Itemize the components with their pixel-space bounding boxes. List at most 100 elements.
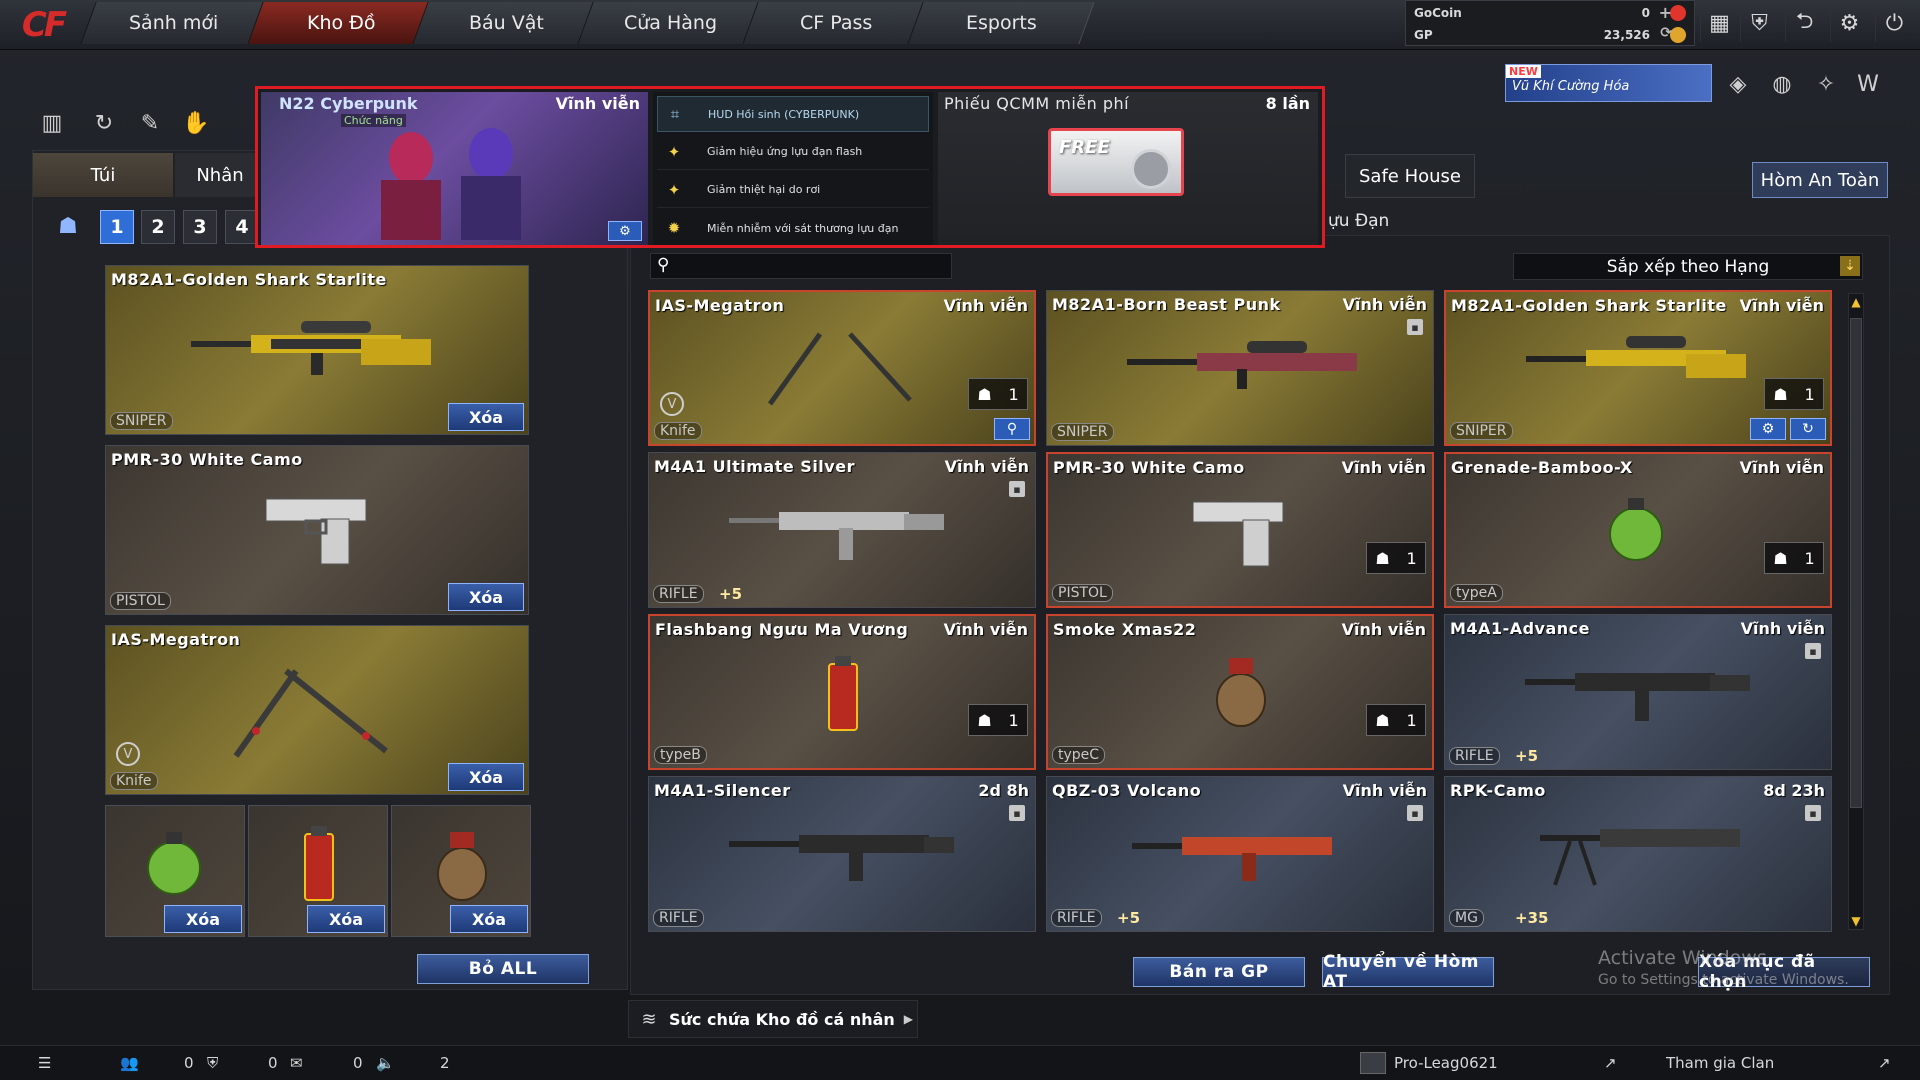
inventory-scrollbar[interactable]: ▲ ▼ xyxy=(1848,293,1864,930)
remove-button[interactable]: Xóa xyxy=(164,905,242,933)
tab-kho-do[interactable]: Kho Đồ xyxy=(247,2,435,44)
settings-gear-icon[interactable]: ⚙ xyxy=(608,221,642,241)
item-name: Grenade-Bamboo-X xyxy=(1451,458,1633,477)
chat-icon[interactable]: ✉ xyxy=(290,1054,303,1072)
page-1-button[interactable]: 1 xyxy=(100,210,134,244)
return-icon[interactable]: ⮌ xyxy=(1785,4,1823,42)
flashbang-slot[interactable]: Xóa xyxy=(248,805,388,937)
lock-icon[interactable]: ▪ xyxy=(1407,319,1423,335)
external-link-icon[interactable]: ↗ xyxy=(1604,1054,1617,1072)
user-avatar[interactable] xyxy=(1360,1052,1386,1074)
list-icon[interactable]: ☰ xyxy=(38,1054,51,1072)
lock-icon[interactable]: ▪ xyxy=(1009,805,1025,821)
search-input[interactable]: ⚲ xyxy=(650,253,952,279)
feature-item: ✹ Miễn nhiễm với sát thương lựu đạn xyxy=(657,210,929,246)
tab-cf-pass[interactable]: CF Pass xyxy=(742,2,930,44)
loadout-card-knife[interactable]: IAS-Megatron V Knife Xóa xyxy=(105,625,529,795)
gear-icon[interactable]: ⚙ xyxy=(1830,4,1868,42)
tab-hom-an-toan[interactable]: Hòm An Toàn xyxy=(1752,162,1888,198)
inventory-item[interactable]: Smoke Xmas22 Vĩnh viễn typeC ☗ 1 xyxy=(1046,614,1434,770)
tab-nhan[interactable]: Nhân xyxy=(175,153,265,197)
grenade-image xyxy=(147,832,201,895)
inventory-item[interactable]: RPK-Camo 8d 23h ▪ MG +35 xyxy=(1444,776,1832,932)
lock-icon[interactable]: ▪ xyxy=(1805,805,1821,821)
transfer-safe-button[interactable]: Chuyển về Hòm AT xyxy=(1322,952,1494,992)
tab-cua-hang[interactable]: Cửa Hàng xyxy=(577,2,765,44)
speaker-icon[interactable]: 🔈 xyxy=(376,1054,395,1072)
item-duration: Vĩnh viễn xyxy=(943,620,1028,639)
layers-icon: ≋ xyxy=(641,1008,657,1030)
inventory-item[interactable]: M4A1-Silencer 2d 8h ▪ RIFLE xyxy=(648,776,1036,932)
clan-link-icon[interactable]: ↗ xyxy=(1878,1054,1891,1072)
gift-box-icon[interactable]: ▥ xyxy=(36,107,68,139)
clan-shield-icon[interactable]: ⛨ xyxy=(207,1054,218,1072)
inventory-item[interactable]: Flashbang Ngưu Ma Vương Vĩnh viễn typeB … xyxy=(648,614,1036,770)
add-currency-icon[interactable]: + xyxy=(1659,3,1672,22)
tab-label: Safe House xyxy=(1359,165,1461,187)
free-coupon-card[interactable]: FREE xyxy=(1048,128,1184,196)
tab-esports[interactable]: Esports xyxy=(907,2,1095,44)
feature-item: ⌗ HUD Hồi sinh (CYBERPUNK) xyxy=(657,96,929,132)
tab-label: Esports xyxy=(965,12,1037,34)
inventory-item[interactable]: IAS-Megatron Vĩnh viễn V Knife ☗ 1 ⚲ xyxy=(648,290,1036,446)
inventory-item[interactable]: PMR-30 White Camo Vĩnh viễn PISTOL ☗ 1 xyxy=(1046,452,1434,608)
sell-gp-button[interactable]: Bán ra GP xyxy=(1133,957,1305,987)
character-preview: N22 Cyberpunk Chức năng Vĩnh viễn ⚙ xyxy=(261,92,648,245)
inventory-item[interactable]: M82A1-Golden Shark Starlite Vĩnh viễn SN… xyxy=(1444,290,1832,446)
star-badge-icon[interactable]: ✧ xyxy=(1810,68,1842,100)
emblem-icon[interactable]: ◈ xyxy=(1722,68,1754,100)
item-type: RIFLE xyxy=(1449,747,1500,765)
rotate-icon[interactable]: ↻ xyxy=(88,107,120,139)
scroll-down-icon[interactable]: ▼ xyxy=(1849,913,1863,929)
enhance-button[interactable]: ⚙ xyxy=(1750,418,1786,440)
scroll-thumb[interactable] xyxy=(1850,318,1862,808)
spray-icon[interactable]: ✎ xyxy=(134,107,166,139)
hand-icon[interactable]: ✋ xyxy=(180,107,212,139)
tab-bau-vat[interactable]: Báu Vật xyxy=(412,2,600,44)
remove-button[interactable]: Xóa xyxy=(450,905,528,933)
character-icon[interactable]: ☗ xyxy=(52,210,84,242)
grid-menu-icon[interactable]: ▦ xyxy=(1700,4,1738,42)
inventory-item[interactable]: QBZ-03 Volcano Vĩnh viễn ▪ RIFLE +5 xyxy=(1046,776,1434,932)
smoke-slot[interactable]: Xóa xyxy=(391,805,531,937)
loadout-card-pistol[interactable]: PMR-30 White Camo PISTOL Xóa xyxy=(105,445,529,615)
remove-button[interactable]: Xóa xyxy=(448,403,524,431)
lock-icon[interactable]: ▪ xyxy=(1805,643,1821,659)
loadout-card-sniper[interactable]: M82A1-Golden Shark Starlite SNIPER Xóa xyxy=(105,265,529,435)
refresh-icon[interactable]: ⟳ xyxy=(1660,25,1672,41)
remove-button[interactable]: Xóa xyxy=(307,905,385,933)
weapon-name: PMR-30 White Camo xyxy=(111,450,303,469)
tab-safe-house[interactable]: Safe House xyxy=(1345,154,1475,198)
page-3-button[interactable]: 3 xyxy=(183,210,217,244)
friends-icon[interactable]: 👥 xyxy=(120,1054,139,1072)
inventory-item[interactable]: M82A1-Born Beast Punk Vĩnh viễn ▪ SNIPER xyxy=(1046,290,1434,446)
tab-tui[interactable]: Túi xyxy=(33,153,173,197)
remove-all-button[interactable]: Bỏ ALL xyxy=(417,954,589,984)
scroll-up-icon[interactable]: ▲ xyxy=(1849,294,1863,310)
wing-icon[interactable]: W xyxy=(1852,68,1884,100)
character-image xyxy=(381,128,521,240)
remove-button[interactable]: Xóa xyxy=(448,763,524,791)
lock-icon[interactable]: ▪ xyxy=(1009,481,1025,497)
inventory-item[interactable]: Grenade-Bamboo-X Vĩnh viễn typeA ☗ 1 xyxy=(1444,452,1832,608)
globe-icon[interactable]: ◍ xyxy=(1766,68,1798,100)
friend-count: 0 xyxy=(184,1054,194,1072)
page-2-button[interactable]: 2 xyxy=(141,210,175,244)
inspect-button[interactable]: ⚲ xyxy=(994,418,1030,440)
lock-icon[interactable]: ▪ xyxy=(1407,805,1423,821)
crossfire-logo[interactable]: CF xyxy=(8,2,78,48)
item-duration: Vĩnh viễn xyxy=(1342,781,1427,800)
inventory-item[interactable]: M4A1 Ultimate Silver Vĩnh viễn ▪ RIFLE +… xyxy=(648,452,1036,608)
join-clan-label[interactable]: Tham gia Clan xyxy=(1666,1054,1774,1072)
storage-capacity-bar[interactable]: ≋ Sức chứa Kho đồ cá nhân ▶ xyxy=(628,1000,918,1038)
power-icon[interactable]: ⏻ xyxy=(1875,4,1913,42)
remove-button[interactable]: Xóa xyxy=(448,583,524,611)
weapon-enhance-banner[interactable]: NEW Vũ Khí Cường Hóa xyxy=(1505,64,1712,102)
refresh-button[interactable]: ↻ xyxy=(1790,418,1826,440)
inventory-item[interactable]: M4A1-Advance Vĩnh viễn ▪ RIFLE +5 xyxy=(1444,614,1832,770)
sort-dropdown[interactable]: Sắp xếp theo Hạng ⇣ xyxy=(1513,253,1863,280)
page-4-button[interactable]: 4 xyxy=(225,210,259,244)
shield-icon[interactable]: ⛨ xyxy=(1740,4,1778,42)
tab-sanh-moi[interactable]: Sảnh mới xyxy=(80,2,268,44)
grenade-slot[interactable]: Xóa xyxy=(105,805,245,937)
